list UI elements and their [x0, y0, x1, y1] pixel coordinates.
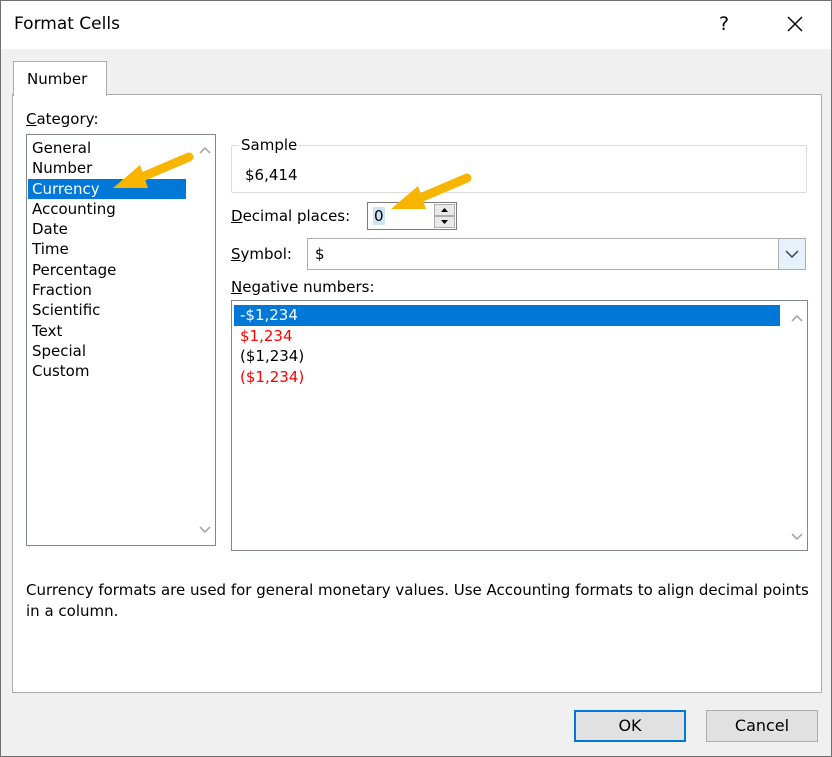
decimal-places-value[interactable]: 0 [373, 207, 385, 225]
arrow-annotation-icon [391, 173, 472, 209]
sample-value: $6,414 [245, 166, 298, 184]
tab-number[interactable]: Number [13, 61, 107, 96]
symbol-value: $ [315, 245, 325, 263]
tab-number-label: Number [27, 70, 88, 88]
category-item-scientific[interactable]: Scientific [28, 300, 186, 320]
negative-numbers-scrollbar[interactable] [787, 301, 807, 550]
negative-number-option[interactable]: ($1,234) [234, 367, 782, 388]
sample-group [231, 145, 807, 193]
negative-numbers-label: Negative numbers: [231, 278, 375, 296]
symbol-label: Symbol: [231, 245, 292, 263]
title-bar: Format Cells ? [1, 1, 831, 49]
caret-down-icon [441, 220, 448, 224]
chevron-down-icon [785, 250, 799, 259]
negative-number-option[interactable]: $1,234 [234, 326, 782, 347]
category-item-time[interactable]: Time [28, 239, 186, 259]
category-item-accounting[interactable]: Accounting [28, 199, 186, 219]
help-button[interactable]: ? [705, 7, 743, 41]
chevron-down-icon[interactable] [787, 526, 807, 546]
category-item-fraction[interactable]: Fraction [28, 280, 186, 300]
close-button[interactable] [775, 7, 815, 41]
sample-label: Sample [239, 136, 300, 154]
category-item-percentage[interactable]: Percentage [28, 260, 186, 280]
category-item-special[interactable]: Special [28, 341, 186, 361]
category-listbox[interactable]: General Number Currency Accounting Date Time P… [26, 134, 216, 546]
negative-number-option[interactable]: -$1,234 [234, 305, 780, 326]
category-item-date[interactable]: Date [28, 219, 186, 239]
symbol-dropdown-button[interactable] [778, 239, 805, 269]
format-cells-dialog: Format Cells ? Number Category: General N… [0, 0, 832, 757]
dialog-title: Format Cells [14, 14, 120, 34]
arrow-annotation-icon [113, 152, 194, 188]
category-label: Category: [26, 110, 99, 128]
help-icon: ? [718, 13, 730, 35]
chevron-up-icon[interactable] [195, 141, 215, 161]
category-scrollbar[interactable] [195, 135, 215, 545]
close-icon [787, 16, 803, 32]
chevron-up-icon[interactable] [787, 309, 807, 329]
negative-numbers-listbox[interactable]: -$1,234 $1,234 ($1,234) ($1,234) [231, 300, 808, 551]
cancel-button[interactable]: Cancel [706, 710, 818, 742]
decimal-places-label: Decimal places: [231, 207, 351, 225]
chevron-down-icon[interactable] [195, 519, 215, 539]
negative-number-option[interactable]: ($1,234) [234, 346, 782, 367]
ok-button[interactable]: OK [574, 710, 686, 742]
negative-numbers-list: -$1,234 $1,234 ($1,234) ($1,234) [234, 305, 782, 387]
format-description: Currency formats are used for general mo… [26, 581, 809, 620]
category-item-text[interactable]: Text [28, 321, 186, 341]
decimal-decrease-button[interactable] [434, 216, 455, 228]
category-item-custom[interactable]: Custom [28, 361, 186, 381]
symbol-dropdown[interactable]: $ [307, 238, 806, 270]
